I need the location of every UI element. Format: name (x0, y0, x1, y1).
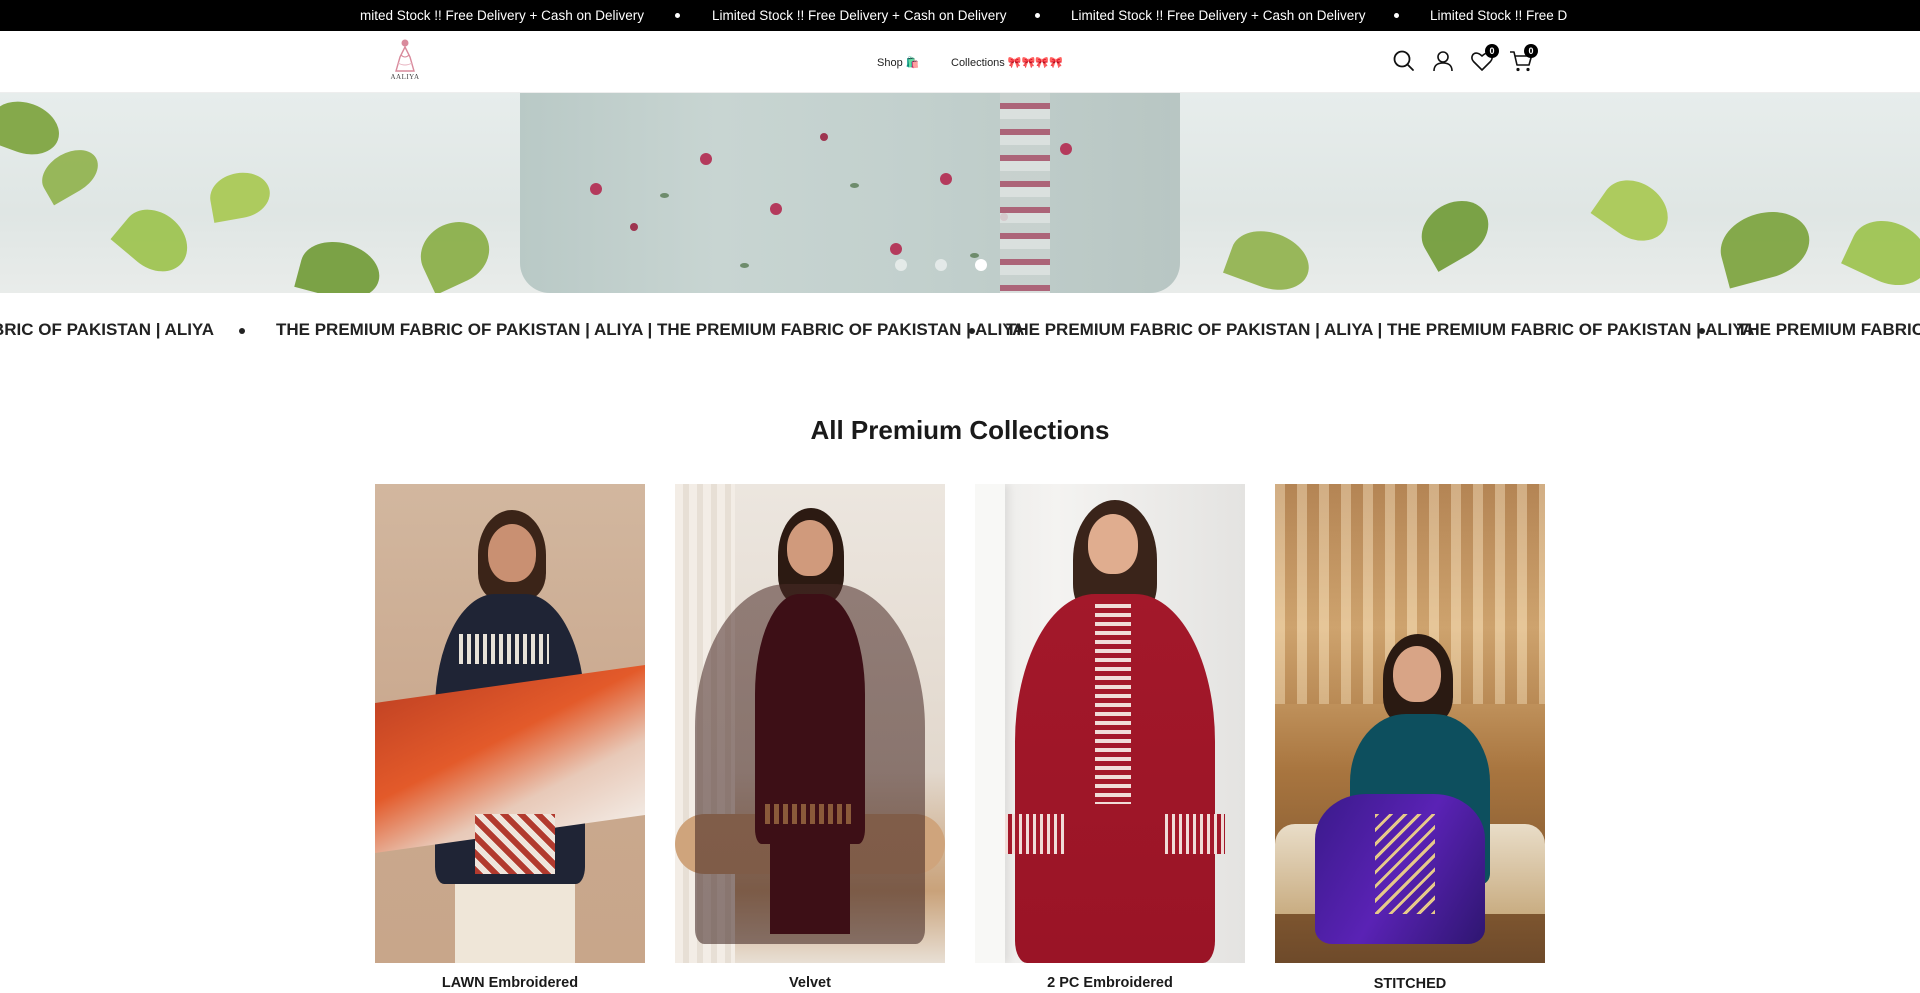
print-flower (890, 243, 902, 255)
sleeve-embroidery (1005, 814, 1065, 854)
nav-shop[interactable]: Shop 🛍️ (877, 56, 919, 69)
wall-pillar (975, 484, 1005, 963)
collection-image[interactable] (375, 484, 645, 963)
print-flower (940, 173, 952, 185)
figure-face (1088, 514, 1138, 574)
hero-leaf (1223, 220, 1317, 293)
account-button[interactable] (1430, 48, 1456, 74)
hero-banner[interactable] (0, 93, 1920, 293)
print-flower (700, 153, 712, 165)
wishlist-count-badge: 0 (1485, 44, 1499, 58)
account-icon (1433, 51, 1453, 72)
shawl-pattern (475, 814, 555, 874)
sleeve-embroidery (1165, 814, 1225, 854)
search-button[interactable] (1391, 48, 1417, 74)
figure-face (1393, 646, 1441, 702)
print-flower (590, 183, 602, 195)
hero-leaf (1713, 202, 1817, 289)
announcement-item: mited Stock !! Free Delivery + Cash on D… (360, 8, 644, 23)
announcement-separator (1394, 13, 1399, 18)
hero-dupatta-border (1000, 93, 1050, 293)
collection-label[interactable]: Velvet (675, 975, 945, 991)
hero-leaf (1841, 208, 1920, 293)
search-icon (1393, 50, 1414, 71)
print-leaf (740, 263, 749, 268)
hero-leaf (0, 93, 67, 164)
print-flower (770, 203, 782, 215)
marquee-separator (1699, 328, 1705, 334)
marquee-item: BRIC OF PAKISTAN | ALIYA (0, 320, 214, 339)
announcement-item: Limited Stock !! Free Delivery + Cash on… (712, 8, 1007, 23)
announcement-item: Limited Stock !! Free Delivery + Cash on… (1071, 8, 1366, 23)
marquee-separator (239, 328, 245, 334)
announcement-separator (675, 13, 680, 18)
site-logo[interactable]: AALIYA (386, 37, 424, 87)
print-leaf (970, 253, 979, 258)
site-header: AALIYA Shop 🛍️ Collections 🎀🎀🎀🎀 0 0 (0, 31, 1920, 93)
figure-trousers (770, 844, 850, 934)
marquee-item: THE PREMIUM FABRIC OF (1737, 320, 1920, 339)
hero-leaf (1410, 189, 1500, 272)
cart-count-badge: 0 (1524, 44, 1538, 58)
print-leaf (660, 193, 669, 198)
collection-label[interactable]: STITCHED (1275, 976, 1545, 992)
logo-text: AALIYA (390, 73, 420, 81)
announcement-bar: mited Stock !! Free Delivery + Cash on D… (0, 0, 1920, 31)
hero-leaf (410, 211, 500, 293)
collection-image[interactable] (975, 484, 1245, 963)
print-flower (630, 223, 638, 231)
figure-face (787, 520, 833, 576)
collection-label[interactable]: LAWN Embroidered (375, 975, 645, 991)
collections-title: All Premium Collections (810, 415, 1110, 445)
marquee-item: THE PREMIUM FABRIC OF PAKISTAN | ALIYA |… (276, 320, 1025, 339)
hero-leaf (206, 168, 274, 223)
hero-leaf (1590, 167, 1680, 254)
announcement-item: Limited Stock !! Free D (1430, 8, 1568, 23)
announcement-separator (1035, 13, 1040, 18)
collection-label[interactable]: 2 PC Embroidered (975, 975, 1245, 991)
announcement-track: mited Stock !! Free Delivery + Cash on D… (0, 0, 1920, 31)
nav-collections[interactable]: Collections 🎀🎀🎀🎀 (951, 56, 1063, 69)
embroidery-pattern (1375, 814, 1435, 914)
embroidery-panel (1095, 604, 1131, 804)
embroidery-band (459, 634, 549, 664)
collection-image[interactable] (1275, 484, 1545, 963)
marquee-item: THE PREMIUM FABRIC OF PAKISTAN | ALIYA |… (1006, 320, 1755, 339)
print-flower (1060, 143, 1072, 155)
print-leaf (850, 183, 859, 188)
brand-marquee: BRIC OF PAKISTAN | ALIYA THE PREMIUM FAB… (0, 293, 1920, 367)
hero-garment (520, 93, 1180, 293)
hero-leaf (110, 196, 200, 285)
collection-image[interactable] (675, 484, 945, 963)
slider-dot[interactable] (935, 259, 947, 271)
print-flower (820, 133, 828, 141)
wishlist-button[interactable]: 0 (1469, 44, 1499, 74)
logo-figure-icon (395, 39, 415, 72)
hero-leaf (294, 233, 386, 293)
figure-face (488, 524, 536, 582)
figure-trousers (455, 884, 575, 963)
slider-dot-active[interactable] (975, 259, 987, 271)
marquee-separator (969, 328, 975, 334)
embroidery-band (765, 804, 855, 824)
slider-dot[interactable] (895, 259, 907, 271)
cart-button[interactable]: 0 (1508, 44, 1538, 74)
